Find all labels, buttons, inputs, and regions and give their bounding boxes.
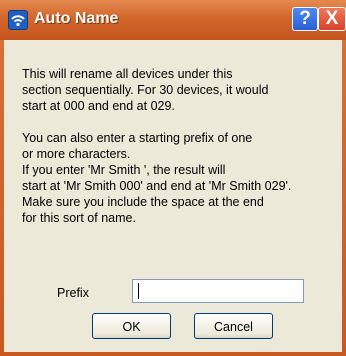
auto-name-dialog: Auto Name ? X This will rename all devic… [0, 0, 346, 356]
cancel-button[interactable]: Cancel [194, 313, 273, 339]
text-cursor [138, 283, 139, 299]
instructions-text: This will rename all devices under this … [22, 67, 292, 225]
wifi-icon [8, 10, 28, 30]
prefix-label: Prefix [57, 286, 89, 300]
title-bar[interactable]: Auto Name ? X [0, 0, 346, 40]
dialog-title: Auto Name [34, 10, 119, 27]
help-button[interactable]: ? [292, 7, 318, 31]
ok-button[interactable]: OK [92, 313, 171, 339]
close-button[interactable]: X [318, 7, 346, 31]
prefix-input[interactable] [132, 279, 304, 303]
